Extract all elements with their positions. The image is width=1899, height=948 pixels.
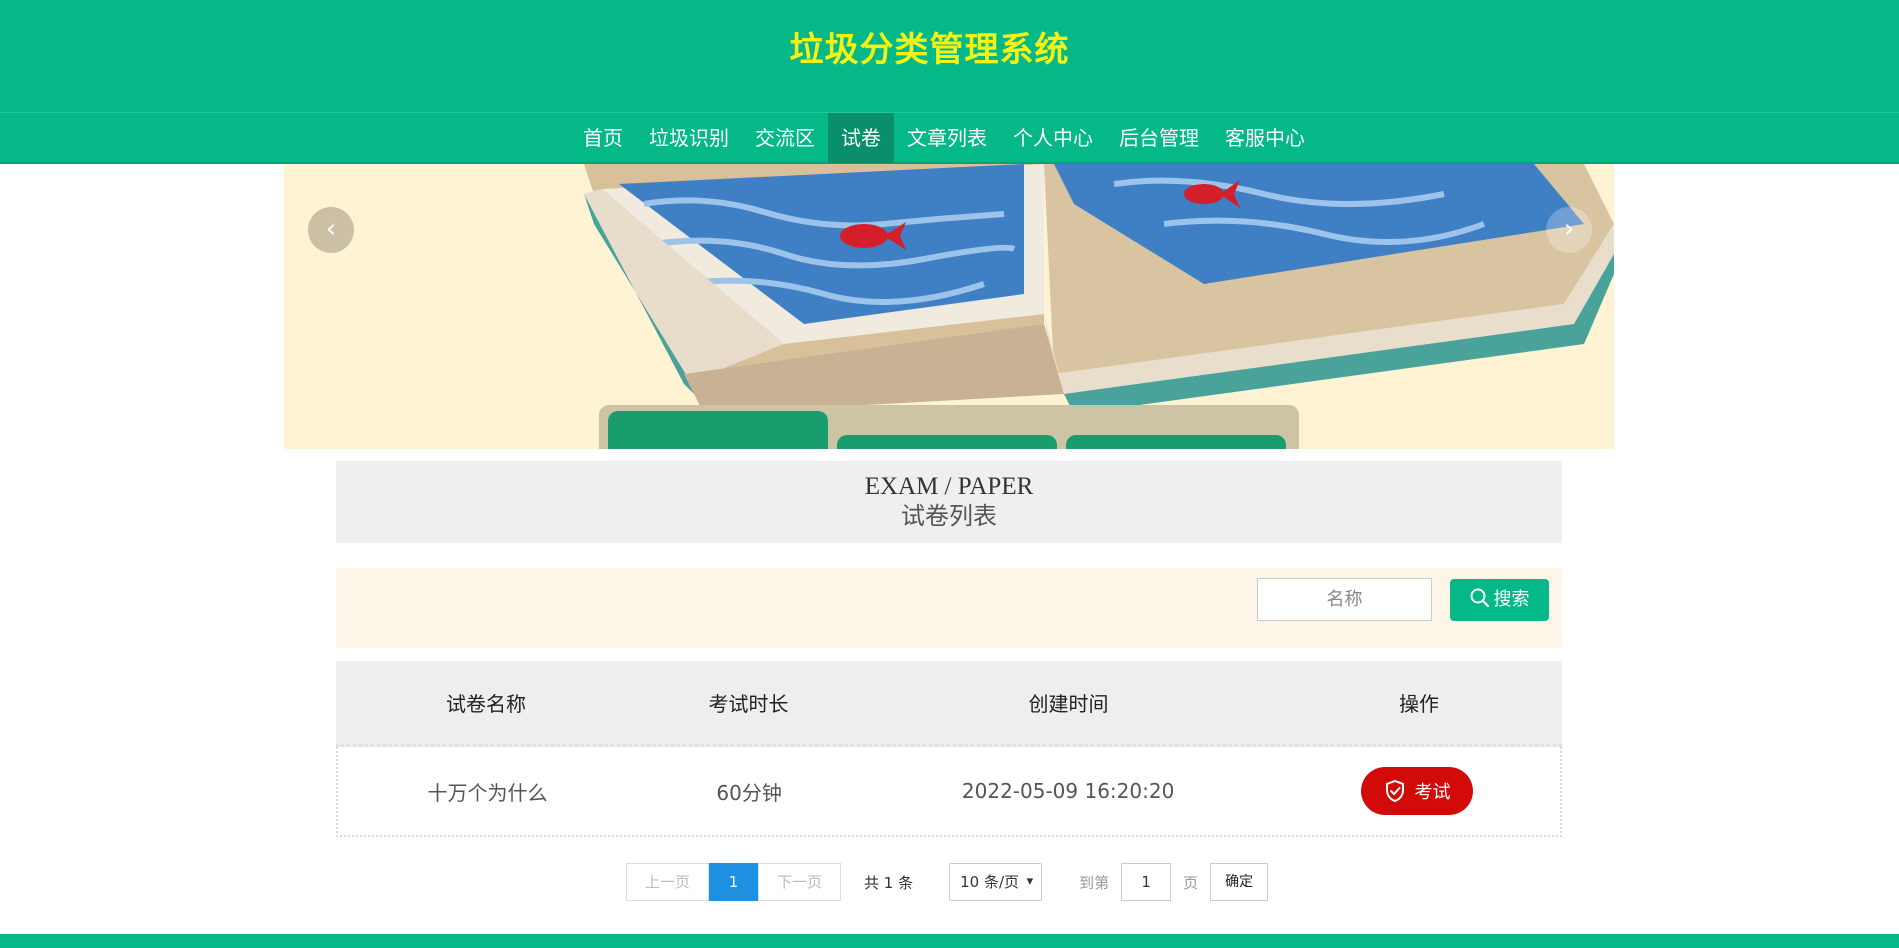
column-header-name: 试卷名称 (446, 692, 526, 716)
page-size-select[interactable]: 10 条/页 ▾ (949, 863, 1043, 901)
start-exam-button[interactable]: 考试 (1361, 767, 1474, 815)
action-cell: 考试 (1275, 747, 1560, 835)
nav-item-home[interactable]: 首页 (570, 113, 636, 163)
footer-bar (0, 934, 1899, 948)
page-suffix: 页 (1183, 873, 1199, 892)
column-header-created: 创建时间 (1028, 692, 1109, 716)
search-input[interactable] (1257, 578, 1432, 621)
total-count: 共 1 条 (864, 873, 914, 892)
top-header: 垃圾分类管理系统 (0, 0, 1899, 112)
goto-confirm-button[interactable]: 确定 (1210, 863, 1269, 901)
goto-page-input[interactable] (1121, 863, 1172, 901)
next-page-button[interactable]: 下一页 (758, 863, 842, 901)
table-header-row: 试卷名称 考试时长 创建时间 操作 (336, 661, 1562, 747)
prev-page-button[interactable]: 上一页 (626, 863, 710, 901)
main-nav: 首页 垃圾识别 交流区 试卷 文章列表 个人中心 后台管理 客服中心 (0, 112, 1899, 164)
nav-item-exam[interactable]: 试卷 (828, 113, 894, 163)
carousel-indicators (599, 405, 1299, 449)
shield-check-icon (1386, 779, 1405, 803)
exam-table: 试卷名称 考试时长 创建时间 操作 十万个为什么 60分钟 2022-05-09… (336, 661, 1562, 837)
nav-item-garbage-recognition[interactable]: 垃圾识别 (636, 113, 742, 163)
goto-label: 到第 (1079, 873, 1110, 892)
page-number-current[interactable]: 1 (709, 863, 759, 901)
search-button-label: 搜索 (1493, 589, 1530, 610)
section-title-en: EXAM / PAPER (864, 473, 1034, 500)
exam-created-time: 2022-05-09 16:20:20 (961, 779, 1175, 803)
nav-item-customer-service[interactable]: 客服中心 (1212, 113, 1318, 163)
chevron-left-icon: ‹ (325, 214, 337, 244)
site-title: 垃圾分类管理系统 (789, 30, 1070, 70)
section-header: EXAM / PAPER 试卷列表 (336, 461, 1562, 543)
carousel-indicator[interactable] (837, 435, 1057, 449)
page-size-value: 10 条/页 (960, 873, 1020, 891)
search-button[interactable]: 搜索 (1450, 579, 1549, 621)
table-row: 十万个为什么 60分钟 2022-05-09 16:20:20 考试 (336, 747, 1562, 837)
carousel-indicator[interactable] (1066, 435, 1286, 449)
chevron-right-icon: › (1563, 214, 1575, 244)
column-header-action: 操作 (1399, 692, 1439, 716)
carousel-prev-button[interactable]: ‹ (308, 207, 354, 253)
exam-duration: 60分钟 (716, 780, 782, 805)
exam-name: 十万个为什么 (427, 780, 548, 805)
chevron-down-icon: ▾ (1026, 874, 1034, 889)
nav-item-admin[interactable]: 后台管理 (1106, 113, 1212, 163)
search-icon (1470, 588, 1489, 608)
nav-item-personal-center[interactable]: 个人中心 (1000, 113, 1106, 163)
nav-item-articles[interactable]: 文章列表 (894, 113, 1000, 163)
nav-list: 首页 垃圾识别 交流区 试卷 文章列表 个人中心 后台管理 客服中心 (570, 113, 1318, 163)
column-header-duration: 考试时长 (708, 692, 789, 716)
start-exam-label: 考试 (1414, 782, 1451, 803)
pagination: 上一页 1 下一页 共 1 条 10 条/页 ▾ 到第 页 确定 (626, 863, 1269, 901)
section-title-cn: 试卷列表 (901, 502, 997, 530)
nav-item-forum[interactable]: 交流区 (742, 113, 828, 163)
banner-carousel: ‹ › (284, 164, 1614, 449)
search-bar: 搜索 (336, 568, 1562, 648)
carousel-next-button[interactable]: › (1546, 207, 1592, 253)
carousel-indicator[interactable] (608, 411, 828, 449)
